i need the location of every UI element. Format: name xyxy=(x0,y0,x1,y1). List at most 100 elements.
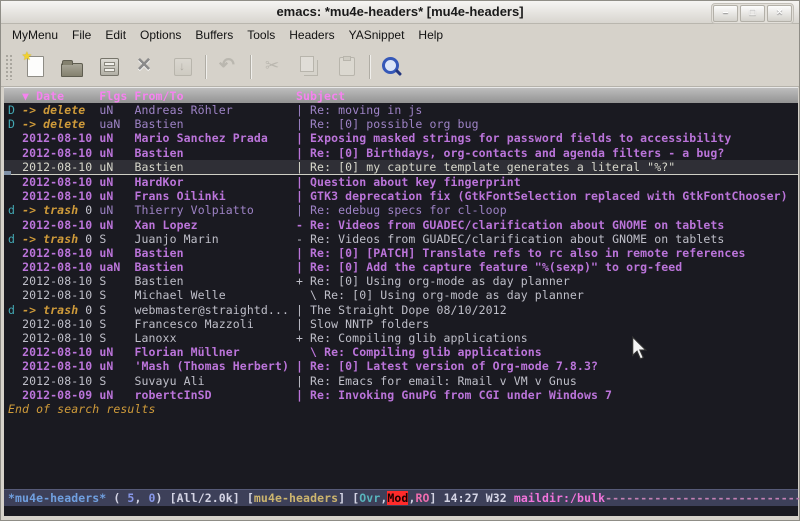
message-summary: uN 'Mash (Thomas Herbert) | Re: [0] Late… xyxy=(99,359,598,373)
message-row[interactable]: 2012-08-10 uaN Bastien | Re: [0] Add the… xyxy=(8,260,798,274)
message-summary: uN Frans Oilinki | GTK3 deprecation fix … xyxy=(99,189,787,203)
menu-item-buffers[interactable]: Buffers xyxy=(188,23,240,47)
menu-item-help[interactable]: Help xyxy=(411,23,450,47)
toolbar xyxy=(1,47,799,87)
message-row[interactable]: d -> trash 0 uN Thierry Volpiatto | Re: … xyxy=(8,203,798,217)
message-row[interactable]: 2012-08-10 uN Xan Lopez - Re: Videos fro… xyxy=(8,218,798,232)
echo-area xyxy=(4,507,798,516)
message-summary: uN Mario Sanchez Prada | Exposing masked… xyxy=(99,131,731,145)
menu-item-headers[interactable]: Headers xyxy=(282,23,341,47)
mark-char xyxy=(8,175,22,189)
minimize-button[interactable]: – xyxy=(713,5,738,22)
paste-button xyxy=(332,52,362,82)
message-row[interactable]: 2012-08-10 uN HardKor | Question about k… xyxy=(8,175,798,189)
message-row[interactable]: 2012-08-10 S Suvayu Ali | Re: Emacs for … xyxy=(8,374,798,388)
emacs-window: emacs: *mu4e-headers* [mu4e-headers] –□×… xyxy=(0,0,800,521)
save-icon xyxy=(100,58,119,76)
message-summary: uN Bastien | Re: [0] Birthdays, org-cont… xyxy=(99,146,724,160)
mark-char xyxy=(8,345,22,359)
message-row[interactable]: 2012-08-10 uN Bastien | Re: [0] my captu… xyxy=(4,160,798,175)
message-row[interactable]: 2012-08-10 S Lanoxx + Re: Compiling glib… xyxy=(8,331,798,345)
message-summary: uN Andreas Röhler | Re: moving in js xyxy=(99,103,422,117)
message-row[interactable]: 2012-08-10 S Michael Welle \ Re: [0] Usi… xyxy=(8,288,798,302)
menu-item-edit[interactable]: Edit xyxy=(98,23,133,47)
maximize-button[interactable]: □ xyxy=(740,5,765,22)
menu-item-options[interactable]: Options xyxy=(133,23,188,47)
message-row[interactable]: D -> delete uN Andreas Röhler | Re: movi… xyxy=(8,103,798,117)
end-of-results: End of search results xyxy=(4,402,798,416)
message-date: 2012-08-10 xyxy=(22,374,99,388)
toolbar-separator xyxy=(205,55,206,79)
mark-char xyxy=(8,146,22,160)
mark-char: d xyxy=(8,203,22,217)
mode-line[interactable]: *mu4e-headers* ( 5, 0) [All/2.0k] [mu4e-… xyxy=(4,489,798,506)
modeline-default: , xyxy=(134,491,148,505)
mark-target: -> delete xyxy=(22,103,85,117)
mark-char: D xyxy=(8,103,22,117)
message-summary: uN Bastien | Re: [0] [PATCH] Translate r… xyxy=(99,246,745,260)
message-row[interactable]: 2012-08-10 S Francesco Mazzoli | Slow NN… xyxy=(8,317,798,331)
menu-item-tools[interactable]: Tools xyxy=(240,23,282,47)
message-row[interactable]: 2012-08-10 uN Bastien | Re: [0] [PATCH] … xyxy=(8,246,798,260)
mark-char xyxy=(8,131,22,145)
message-row[interactable]: 2012-08-10 S Bastien + Re: [0] Using org… xyxy=(8,274,798,288)
message-row[interactable]: D -> delete uaN Bastien | Re: [0] possib… xyxy=(8,117,798,131)
message-row[interactable]: 2012-08-10 uN Florian Müllner \ Re: Comp… xyxy=(8,345,798,359)
menu-item-mymenu[interactable]: MyMenu xyxy=(5,23,65,47)
message-date: 2012-08-10 xyxy=(22,189,99,203)
new-file-button[interactable] xyxy=(20,52,50,82)
message-summary: S Suvayu Ali | Re: Emacs for email: Rmai… xyxy=(99,374,577,388)
message-date: 2012-08-10 xyxy=(22,246,99,260)
message-row[interactable]: 2012-08-10 uN Mario Sanchez Prada | Expo… xyxy=(8,131,798,145)
message-row[interactable]: 2012-08-10 uN 'Mash (Thomas Herbert) | R… xyxy=(8,359,798,373)
message-date: 2012-08-10 xyxy=(22,131,99,145)
message-date: 2012-08-10 xyxy=(22,331,99,345)
message-size: 0 xyxy=(78,303,92,317)
message-row[interactable]: 2012-08-10 uN Frans Oilinki | GTK3 depre… xyxy=(8,189,798,203)
undo-icon xyxy=(218,57,238,77)
mark-char xyxy=(8,218,22,232)
modeline-default: ] 14:27 W32 xyxy=(430,491,514,505)
search-button[interactable] xyxy=(377,52,407,82)
message-date: 2012-08-10 xyxy=(22,175,99,189)
message-date: 2012-08-10 xyxy=(22,288,99,302)
message-date: 2012-08-10 xyxy=(22,260,99,274)
message-row[interactable]: 2012-08-10 uN Bastien | Re: [0] Birthday… xyxy=(8,146,798,160)
message-summary: S Michael Welle \ Re: [0] Using org-mode… xyxy=(99,288,584,302)
close-button[interactable] xyxy=(131,52,161,82)
cut-icon xyxy=(263,57,283,77)
menu-item-yasnippet[interactable]: YASnippet xyxy=(342,23,412,47)
mark-char xyxy=(8,359,22,373)
open-folder-icon xyxy=(61,63,83,77)
mark-char xyxy=(8,317,22,331)
title-bar: emacs: *mu4e-headers* [mu4e-headers] –□× xyxy=(1,1,799,24)
copy-icon xyxy=(300,56,314,72)
toolbar-separator xyxy=(369,55,370,79)
window-controls: –□× xyxy=(711,3,794,24)
message-row[interactable]: 2012-08-09 uN robertcInSD | Re: Invoking… xyxy=(8,388,798,402)
close-icon xyxy=(136,57,156,77)
toolbar-separator xyxy=(250,55,251,79)
copy-button xyxy=(295,52,325,82)
mark-char xyxy=(8,374,22,388)
modeline-dashes: ---------------------------- xyxy=(605,491,800,505)
message-row[interactable]: d -> trash 0 S webmaster@straightd... | … xyxy=(8,303,798,317)
message-summary: S webmaster@straightd... | The Straight … xyxy=(99,303,506,317)
message-summary: uN Florian Müllner \ Re: Compiling glib … xyxy=(99,345,542,359)
message-row[interactable]: d -> trash 0 S Juanjo Marin - Re: Videos… xyxy=(8,232,798,246)
menu-item-file[interactable]: File xyxy=(65,23,98,47)
modeline-maildir: maildir:/bulk xyxy=(514,491,605,505)
mark-target: -> trash xyxy=(22,203,78,217)
save-button[interactable] xyxy=(94,52,124,82)
message-date: 2012-08-09 xyxy=(22,388,99,402)
paste-icon xyxy=(339,57,355,76)
message-date: 2012-08-10 xyxy=(22,359,99,373)
open-folder-button[interactable] xyxy=(57,52,87,82)
message-summary: S Bastien + Re: [0] Using org-mode as da… xyxy=(99,274,570,288)
message-summary: S Juanjo Marin - Re: Videos from GUADEC/… xyxy=(99,232,724,246)
header-line[interactable]: ▼ Date Flgs From/To Subject xyxy=(4,87,798,103)
message-summary: uN Thierry Volpiatto | Re: edebug specs … xyxy=(99,203,506,217)
mark-target: -> delete xyxy=(22,117,85,131)
close-button[interactable]: × xyxy=(767,5,792,22)
toolbar-grip-icon[interactable] xyxy=(5,54,13,80)
